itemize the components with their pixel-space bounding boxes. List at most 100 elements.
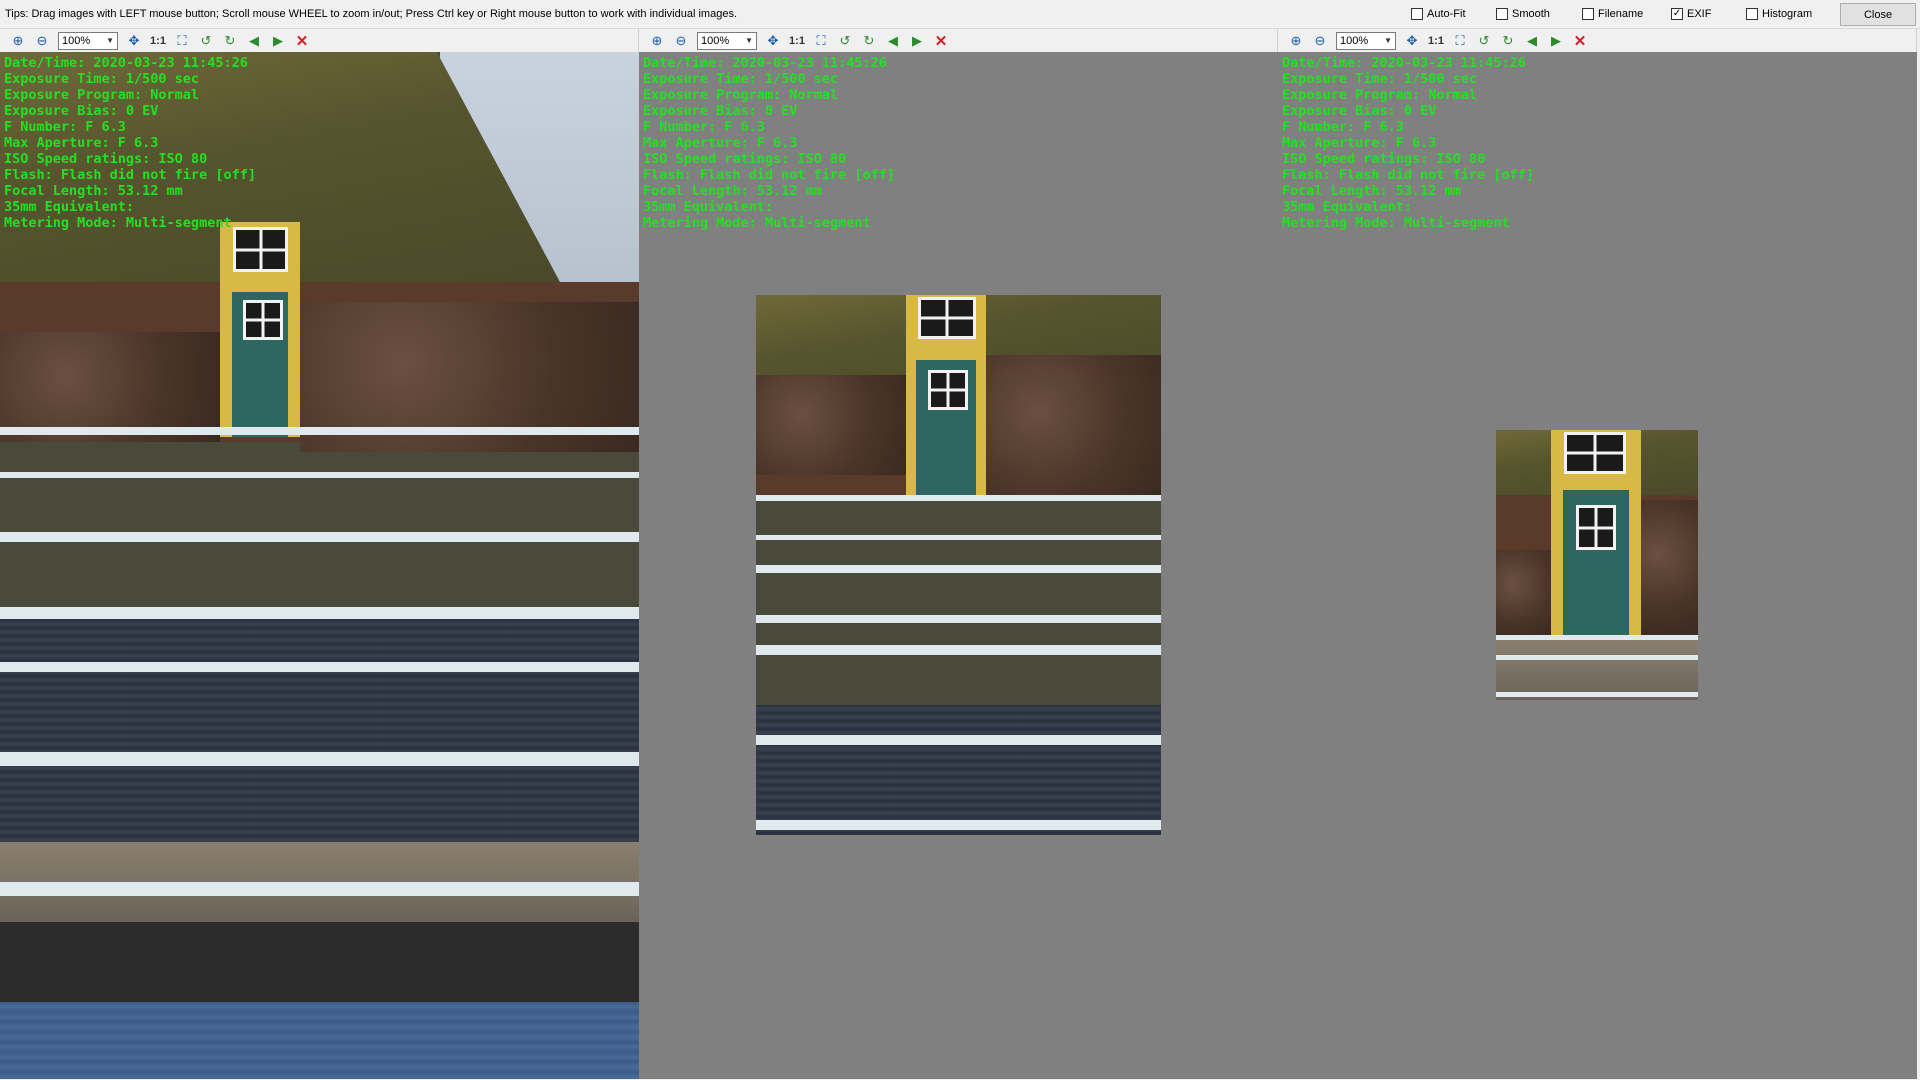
top-bar: Tips: Drag images with LEFT mouse button…	[0, 0, 1920, 29]
chevron-down-icon: ▼	[1384, 36, 1392, 45]
exif-f-number: F Number: F 6.3	[1282, 119, 1404, 135]
zoom-out-icon[interactable]: ⊖	[669, 31, 693, 51]
auto-fit-checkbox[interactable]: Auto-Fit	[1411, 8, 1466, 20]
fit-icon[interactable]: ✥	[761, 31, 785, 51]
exif-max-aperture: Max Aperture: F 6.3	[1282, 135, 1437, 151]
chevron-down-icon: ▼	[745, 36, 753, 45]
exif-exposure-program: Exposure Program: Normal	[1282, 87, 1478, 103]
exif-checkbox-box[interactable]: ✓	[1671, 8, 1683, 20]
zoom-select[interactable]: 100% ▼	[697, 31, 757, 50]
exif-focal-length: Focal Length: 53.12 mm	[1282, 183, 1461, 199]
zoom-select[interactable]: 100% ▼	[1336, 31, 1396, 50]
exif-exposure-time: Exposure Time: 1/500 sec	[1282, 71, 1478, 87]
zoom-out-icon[interactable]: ⊖	[30, 31, 54, 51]
exif-exposure-bias: Exposure Bias: 0 EV	[1282, 103, 1437, 119]
exif-max-aperture: Max Aperture: F 6.3	[643, 135, 798, 151]
exif-datetime: Date/Time: 2020-03-23 11:45:26	[1282, 55, 1526, 71]
close-image-icon[interactable]: ✕	[1568, 31, 1592, 51]
prev-image-icon[interactable]: ◀	[242, 31, 266, 51]
exif-f-number: F Number: F 6.3	[643, 119, 765, 135]
exif-focal-length: Focal Length: 53.12 mm	[4, 183, 183, 199]
zoom-value: 100%	[701, 34, 730, 47]
exif-datetime: Date/Time: 2020-03-23 11:45:26	[4, 55, 248, 71]
fullscreen-icon[interactable]: ⛶	[1448, 31, 1472, 51]
image-viewport[interactable]: Date/Time: 2020-03-23 11:45:26 Exposure …	[639, 52, 1278, 1079]
image-pane-2: ⊕ ⊖ 100% ▼ ✥ 1:1 ⛶ ↺ ↻ ◀ ▶ ✕ Date/Time: …	[639, 29, 1278, 1079]
exif-exposure-time: Exposure Time: 1/500 sec	[4, 71, 200, 87]
next-image-icon[interactable]: ▶	[266, 31, 290, 51]
one-to-one-button[interactable]: 1:1	[146, 31, 170, 51]
zoom-in-icon[interactable]: ⊕	[6, 31, 30, 51]
exif-exposure-bias: Exposure Bias: 0 EV	[4, 103, 159, 119]
pane-toolbar: ⊕ ⊖ 100% ▼ ✥ 1:1 ⛶ ↺ ↻ ◀ ▶ ✕	[1278, 29, 1916, 52]
rotate-left-icon[interactable]: ↺	[1472, 31, 1496, 51]
auto-fit-checkbox-box[interactable]	[1411, 8, 1423, 20]
auto-fit-label: Auto-Fit	[1427, 8, 1466, 20]
exif-35mm: 35mm Equivalent:	[1282, 199, 1413, 215]
zoom-out-icon[interactable]: ⊖	[1308, 31, 1332, 51]
exif-exposure-program: Exposure Program: Normal	[643, 87, 839, 103]
smooth-checkbox-box[interactable]	[1496, 8, 1508, 20]
exif-metering: Metering Mode: Multi-segment	[4, 215, 232, 231]
exif-label: EXIF	[1687, 8, 1712, 20]
exif-checkbox[interactable]: ✓ EXIF	[1671, 8, 1711, 20]
zoom-select[interactable]: 100% ▼	[58, 31, 118, 50]
exif-f-number: F Number: F 6.3	[4, 119, 126, 135]
image-viewport[interactable]: Date/Time: 2020-03-23 11:45:26 Exposure …	[0, 52, 639, 1079]
image-pane-1: ⊕ ⊖ 100% ▼ ✥ 1:1 ⛶ ↺ ↻ ◀ ▶ ✕ Date/Time: …	[0, 29, 639, 1079]
image-viewport[interactable]: Date/Time: 2020-03-23 11:45:26 Exposure …	[1278, 52, 1917, 1079]
fullscreen-icon[interactable]: ⛶	[170, 31, 194, 51]
chevron-down-icon: ▼	[106, 36, 114, 45]
zoom-in-icon[interactable]: ⊕	[1284, 31, 1308, 51]
exif-max-aperture: Max Aperture: F 6.3	[4, 135, 159, 151]
exif-flash: Flash: Flash did not fire [off]	[643, 167, 895, 183]
photo[interactable]	[1496, 430, 1698, 700]
close-image-icon[interactable]: ✕	[290, 31, 314, 51]
next-image-icon[interactable]: ▶	[905, 31, 929, 51]
fit-icon[interactable]: ✥	[1400, 31, 1424, 51]
filename-checkbox-box[interactable]	[1582, 8, 1594, 20]
zoom-value: 100%	[62, 34, 91, 47]
histogram-checkbox-box[interactable]	[1746, 8, 1758, 20]
exif-35mm: 35mm Equivalent:	[4, 199, 135, 215]
histogram-checkbox[interactable]: Histogram	[1746, 8, 1812, 20]
fullscreen-icon[interactable]: ⛶	[809, 31, 833, 51]
pane-toolbar: ⊕ ⊖ 100% ▼ ✥ 1:1 ⛶ ↺ ↻ ◀ ▶ ✕	[0, 29, 638, 52]
zoom-value: 100%	[1340, 34, 1369, 47]
exif-overlay: Date/Time: 2020-03-23 11:45:26 Exposure …	[1282, 55, 1534, 231]
exif-overlay: Date/Time: 2020-03-23 11:45:26 Exposure …	[643, 55, 895, 231]
prev-image-icon[interactable]: ◀	[881, 31, 905, 51]
exif-focal-length: Focal Length: 53.12 mm	[643, 183, 822, 199]
one-to-one-button[interactable]: 1:1	[785, 31, 809, 51]
smooth-checkbox[interactable]: Smooth	[1496, 8, 1550, 20]
exif-exposure-time: Exposure Time: 1/500 sec	[643, 71, 839, 87]
one-to-one-button[interactable]: 1:1	[1424, 31, 1448, 51]
filename-checkbox[interactable]: Filename	[1582, 8, 1643, 20]
exif-flash: Flash: Flash did not fire [off]	[4, 167, 256, 183]
exif-iso: ISO Speed ratings: ISO 80	[1282, 151, 1486, 167]
image-pane-3: ⊕ ⊖ 100% ▼ ✥ 1:1 ⛶ ↺ ↻ ◀ ▶ ✕ Date/Time: 2…	[1278, 29, 1917, 1079]
rotate-right-icon[interactable]: ↻	[218, 31, 242, 51]
zoom-in-icon[interactable]: ⊕	[645, 31, 669, 51]
smooth-label: Smooth	[1512, 8, 1550, 20]
filename-label: Filename	[1598, 8, 1644, 20]
exif-datetime: Date/Time: 2020-03-23 11:45:26	[643, 55, 887, 71]
exif-metering: Metering Mode: Multi-segment	[1282, 215, 1510, 231]
exif-iso: ISO Speed ratings: ISO 80	[643, 151, 847, 167]
tips-text: Tips: Drag images with LEFT mouse button…	[5, 8, 737, 20]
fit-icon[interactable]: ✥	[122, 31, 146, 51]
exif-iso: ISO Speed ratings: ISO 80	[4, 151, 208, 167]
exif-exposure-bias: Exposure Bias: 0 EV	[643, 103, 798, 119]
rotate-right-icon[interactable]: ↻	[857, 31, 881, 51]
rotate-right-icon[interactable]: ↻	[1496, 31, 1520, 51]
photo[interactable]	[756, 295, 1161, 835]
pane-toolbar: ⊕ ⊖ 100% ▼ ✥ 1:1 ⛶ ↺ ↻ ◀ ▶ ✕	[639, 29, 1277, 52]
prev-image-icon[interactable]: ◀	[1520, 31, 1544, 51]
next-image-icon[interactable]: ▶	[1544, 31, 1568, 51]
rotate-left-icon[interactable]: ↺	[833, 31, 857, 51]
close-image-icon[interactable]: ✕	[929, 31, 953, 51]
exif-metering: Metering Mode: Multi-segment	[643, 215, 871, 231]
rotate-left-icon[interactable]: ↺	[194, 31, 218, 51]
close-button[interactable]: Close	[1840, 3, 1916, 26]
exif-flash: Flash: Flash did not fire [off]	[1282, 167, 1534, 183]
